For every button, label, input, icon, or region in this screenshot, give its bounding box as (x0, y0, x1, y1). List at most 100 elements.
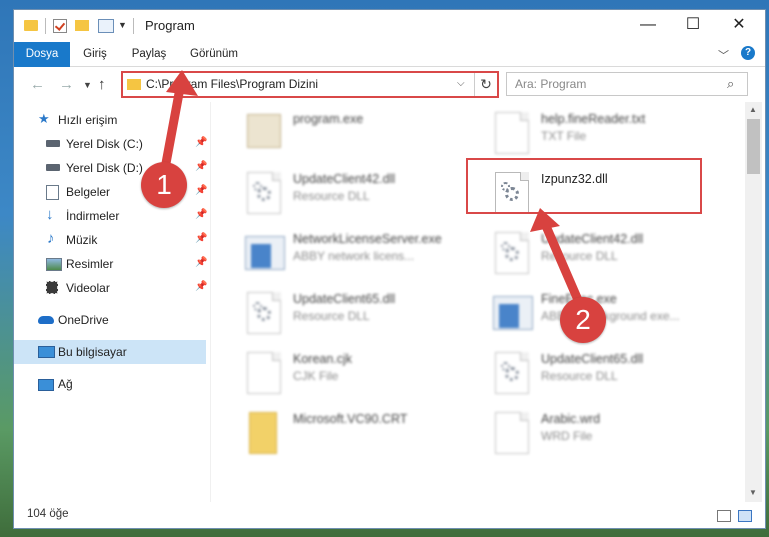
sidebar-item-label: Videolar (66, 281, 110, 295)
scroll-thumb[interactable] (747, 119, 760, 174)
sidebar-item-downloads[interactable]: ↓ İndirmeler 📌 (14, 204, 207, 228)
file-type: Resource DLL (541, 369, 618, 383)
file-name: Microsoft.VC90.CRT (293, 412, 408, 426)
file-type: ABBYY background exe... (541, 309, 680, 323)
sidebar-item-local-disk-c[interactable]: Yerel Disk (C:) 📌 (14, 132, 207, 156)
large-icons-view-icon[interactable] (738, 510, 752, 522)
file-item-highlighted[interactable]: Izpunz32.dll (473, 164, 713, 220)
computer-icon (38, 346, 55, 358)
sidebar-item-label: Yerel Disk (C:) (66, 137, 143, 151)
sidebar-item-videos[interactable]: Videolar 📌 (14, 276, 207, 300)
folder-icon (24, 20, 38, 31)
expand-ribbon-icon[interactable]: ﹀ (718, 47, 729, 63)
file-list: program.exe help.fineReader.txt TXT File… (211, 102, 743, 502)
folder-icon (127, 79, 141, 90)
address-path[interactable]: C:\Program Files\Program Dizini (146, 77, 318, 91)
new-folder-icon[interactable] (75, 20, 89, 31)
file-item[interactable]: Microsoft.VC90.CRT (225, 404, 465, 460)
sidebar-item-label: Yerel Disk (D:) (66, 161, 143, 175)
sidebar-item-music[interactable]: ♪ Müzik 📌 (14, 228, 207, 252)
tab-home[interactable]: Giriş (70, 42, 120, 66)
back-arrow-icon[interactable]: ← (30, 76, 45, 93)
sidebar-item-onedrive[interactable]: OneDrive (14, 308, 206, 332)
customize-dropdown-icon[interactable]: ▼ (118, 20, 127, 30)
pin-icon[interactable]: 📌 (195, 161, 207, 172)
pin-icon[interactable]: 📌 (195, 185, 207, 196)
pin-icon[interactable]: 📌 (195, 281, 207, 292)
file-name: Korean.cjk (293, 352, 353, 366)
recent-locations-icon[interactable]: ▼ (83, 80, 92, 90)
pin-icon[interactable]: 📌 (195, 137, 207, 148)
file-name: UpdateClient42.dll (293, 172, 396, 186)
file-name: UpdateClient65.dll (541, 352, 644, 366)
star-icon: ★ (38, 111, 50, 126)
search-input[interactable]: Ara: Program ⌕ (506, 72, 748, 96)
file-item[interactable]: UpdateClient65.dll Resource DLL (225, 284, 465, 340)
file-type: Resource DLL (293, 309, 370, 323)
pin-icon[interactable]: 📌 (195, 233, 207, 244)
file-item[interactable]: UpdateClient42.dll Resource DLL (473, 224, 713, 280)
file-item[interactable]: Arabic.wrd WRD File (473, 404, 713, 460)
file-item[interactable]: UpdateClient42.dll Resource DLL (225, 164, 465, 220)
file-item[interactable]: FineExec.exe ABBYY background exe... (473, 284, 713, 340)
text-file-icon (495, 112, 529, 154)
title-bar: ▼ Program — ☐ ✕ (14, 10, 765, 42)
file-name: UpdateClient65.dll (293, 292, 396, 306)
music-icon: ♪ (47, 230, 55, 247)
file-item[interactable]: UpdateClient65.dll Resource DLL (473, 344, 713, 400)
sidebar-item-label: Bu bilgisayar (58, 345, 127, 359)
ribbon-tabs: Dosya Giriş Paylaş Görünüm ﹀ ? (14, 42, 765, 98)
pin-icon[interactable]: 📌 (195, 209, 207, 220)
search-icon[interactable]: ⌕ (727, 76, 734, 92)
dll-icon (495, 232, 529, 274)
videos-icon (46, 281, 58, 294)
forward-arrow-icon[interactable]: → (59, 76, 74, 93)
sidebar-item-label: Ağ (58, 377, 73, 391)
sidebar-item-pictures[interactable]: Resimler 📌 (14, 252, 207, 276)
properties-check-icon[interactable] (53, 19, 67, 33)
maximize-button[interactable]: ☐ (670, 10, 716, 42)
scroll-up-icon[interactable]: ▲ (749, 105, 757, 114)
sidebar-item-documents[interactable]: Belgeler 📌 (14, 180, 207, 204)
file-name: help.fineReader.txt (541, 112, 646, 126)
folder-icon (249, 412, 277, 454)
file-icon (247, 352, 281, 394)
file-icon (495, 412, 529, 454)
file-item[interactable]: help.fineReader.txt TXT File (473, 104, 713, 160)
navigation-bar: ← → ▼ ↑ C:\Program Files\Program Dizini … (14, 67, 765, 101)
navigation-pane: ★ Hızlı erişim Yerel Disk (C:) 📌 Yerel D… (14, 102, 210, 502)
sidebar-item-local-disk-d[interactable]: Yerel Disk (D:) 📌 (14, 156, 207, 180)
address-dropdown-icon[interactable]: ⌵ (457, 78, 465, 89)
vertical-scrollbar[interactable]: ▲ ▼ (745, 102, 762, 502)
properties-icon[interactable] (98, 19, 114, 33)
address-bar[interactable]: C:\Program Files\Program Dizini ⌵ ↻ (121, 71, 499, 98)
close-button[interactable]: ✕ (716, 10, 762, 42)
scroll-down-icon[interactable]: ▼ (749, 488, 757, 497)
refresh-icon[interactable]: ↻ (474, 73, 497, 96)
details-view-icon[interactable] (717, 510, 731, 522)
sidebar-item-label: Hızlı erişim (58, 113, 118, 127)
dll-icon (495, 352, 529, 394)
item-count: 104 öğe (27, 508, 69, 520)
minimize-button[interactable]: — (625, 10, 671, 42)
file-item[interactable]: program.exe (225, 104, 465, 160)
sidebar-item-quick-access[interactable]: ★ Hızlı erişim (14, 108, 206, 132)
file-type: Resource DLL (541, 249, 618, 263)
sidebar-item-label: Resimler (66, 257, 114, 271)
download-icon: ↓ (46, 206, 54, 223)
file-name: program.exe (293, 112, 364, 126)
documents-icon (46, 185, 59, 200)
cloud-icon (38, 316, 54, 324)
file-item[interactable]: NetworkLicenseServer.exe ABBY network li… (225, 224, 465, 280)
tab-view[interactable]: Görünüm (178, 42, 250, 66)
up-arrow-icon[interactable]: ↑ (98, 76, 106, 93)
file-item[interactable]: Korean.cjk CJK File (225, 344, 465, 400)
sidebar-item-network[interactable]: Ağ (14, 372, 206, 396)
pin-icon[interactable]: 📌 (195, 257, 207, 268)
file-name: Arabic.wrd (541, 412, 601, 426)
sidebar-item-this-pc[interactable]: Bu bilgisayar (14, 340, 206, 364)
tab-share[interactable]: Paylaş (120, 42, 178, 66)
toolbar-separator (133, 18, 134, 34)
help-icon[interactable]: ? (741, 46, 755, 60)
file-type: CJK File (293, 369, 339, 383)
